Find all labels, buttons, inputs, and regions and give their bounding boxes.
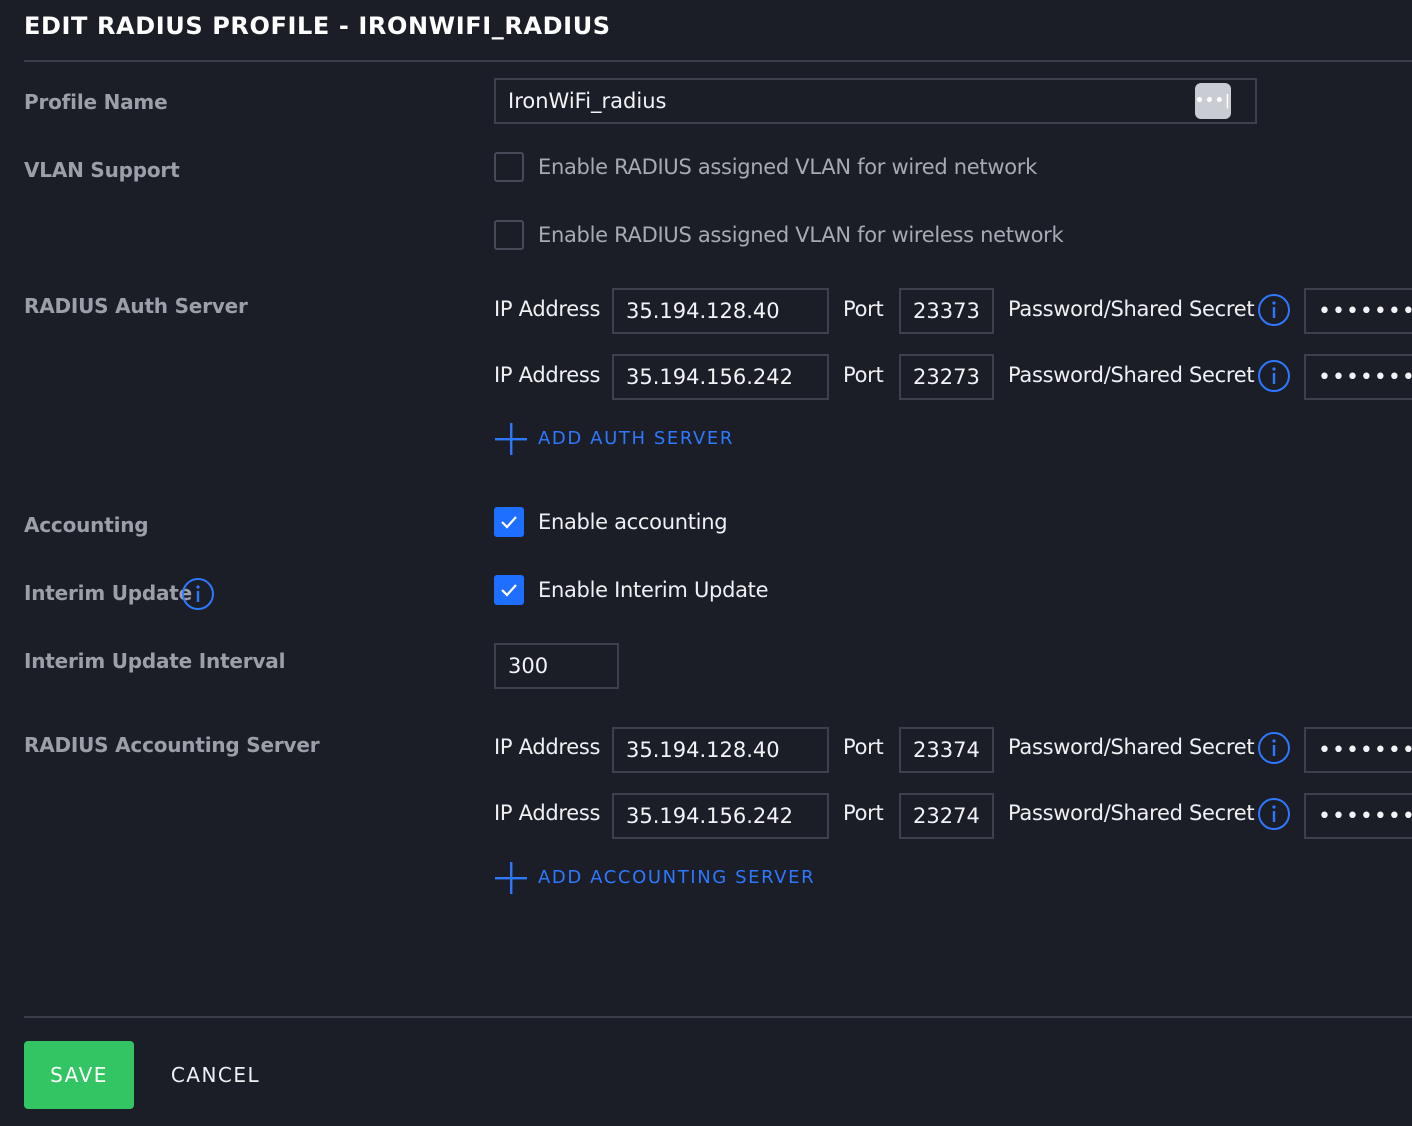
auth-secret-input[interactable]: •••••••• [1304, 354, 1412, 400]
auth-ip-value: 35.194.128.40 [626, 299, 780, 323]
auth-secret-label: Password/Shared Secret [1008, 363, 1255, 387]
vlan-wireless-label: Enable RADIUS assigned VLAN for wireless… [538, 223, 1064, 247]
add-accounting-server-link[interactable]: ADD ACCOUNTING SERVER [538, 867, 815, 888]
accounting-label: Accounting [24, 513, 149, 537]
acct-port-value: 23274 [913, 804, 980, 828]
acct-secret-value: •••••••• [1318, 803, 1412, 829]
interim-update-label: Interim Update [24, 581, 193, 605]
auth-port-value: 23373 [913, 299, 980, 323]
acct-ip-input[interactable]: 35.194.156.242 [612, 793, 829, 839]
add-auth-server-link[interactable]: ADD AUTH SERVER [538, 428, 734, 449]
accounting-server-label: RADIUS Accounting Server [24, 733, 320, 757]
accounting-checkbox-label: Enable accounting [538, 510, 728, 534]
interim-interval-input[interactable]: 300 [494, 643, 619, 689]
auth-secret-value: •••••••• [1318, 298, 1412, 324]
auth-port-input[interactable]: 23373 [899, 288, 994, 334]
plus-icon[interactable] [494, 422, 528, 460]
auth-secret-input[interactable]: •••••••• [1304, 288, 1412, 334]
acct-secret-label: Password/Shared Secret [1008, 735, 1255, 759]
interim-interval-label: Interim Update Interval [24, 649, 286, 673]
footer-divider [24, 1016, 1412, 1018]
auth-port-input[interactable]: 23273 [899, 354, 994, 400]
header-divider [24, 60, 1412, 62]
auth-ip-label: IP Address [494, 363, 601, 387]
info-icon[interactable] [1257, 359, 1291, 393]
acct-secret-input[interactable]: •••••••• [1304, 727, 1412, 773]
acct-ip-input[interactable]: 35.194.128.40 [612, 727, 829, 773]
acct-ip-label: IP Address [494, 801, 601, 825]
profile-name-label: Profile Name [24, 90, 168, 114]
vlan-support-label: VLAN Support [24, 158, 180, 182]
auth-ip-value: 35.194.156.242 [626, 365, 793, 389]
page-title: EDIT RADIUS PROFILE - IRONWIFI_RADIUS [24, 12, 611, 40]
acct-port-input[interactable]: 23374 [899, 727, 994, 773]
acct-port-label: Port [843, 801, 884, 825]
acct-port-value: 23374 [913, 738, 980, 762]
acct-port-input[interactable]: 23274 [899, 793, 994, 839]
auth-ip-input[interactable]: 35.194.128.40 [612, 288, 829, 334]
acct-ip-value: 35.194.128.40 [626, 738, 780, 762]
info-icon[interactable] [1257, 731, 1291, 765]
cancel-button[interactable]: CANCEL [148, 1041, 283, 1109]
auth-port-label: Port [843, 363, 884, 387]
profile-name-input[interactable]: IronWiFi_radius [494, 78, 1257, 124]
interim-interval-value: 300 [508, 654, 549, 678]
acct-ip-label: IP Address [494, 735, 601, 759]
interim-update-checkbox[interactable] [494, 575, 524, 605]
auth-secret-value: •••••••• [1318, 364, 1412, 390]
vlan-wireless-checkbox[interactable] [494, 220, 524, 250]
acct-secret-label: Password/Shared Secret [1008, 801, 1255, 825]
auth-server-label: RADIUS Auth Server [24, 294, 248, 318]
auth-ip-label: IP Address [494, 297, 601, 321]
auth-port-label: Port [843, 297, 884, 321]
auth-port-value: 23273 [913, 365, 980, 389]
vlan-wired-label: Enable RADIUS assigned VLAN for wired ne… [538, 155, 1037, 179]
info-icon[interactable] [1257, 797, 1291, 831]
acct-port-label: Port [843, 735, 884, 759]
checkmark-icon [501, 516, 517, 529]
acct-secret-input[interactable]: •••••••• [1304, 793, 1412, 839]
info-icon[interactable] [181, 577, 215, 611]
auth-ip-input[interactable]: 35.194.156.242 [612, 354, 829, 400]
auth-secret-label: Password/Shared Secret [1008, 297, 1255, 321]
profile-name-value: IronWiFi_radius [508, 89, 667, 113]
info-icon[interactable] [1257, 293, 1291, 327]
checkmark-icon [501, 584, 517, 597]
plus-icon[interactable] [494, 861, 528, 899]
acct-secret-value: •••••••• [1318, 737, 1412, 763]
interim-update-checkbox-label: Enable Interim Update [538, 578, 769, 602]
save-button[interactable]: SAVE [24, 1041, 134, 1109]
ellipsis-icon[interactable]: •••| [1195, 83, 1231, 119]
acct-ip-value: 35.194.156.242 [626, 804, 793, 828]
accounting-checkbox[interactable] [494, 507, 524, 537]
vlan-wired-checkbox[interactable] [494, 152, 524, 182]
